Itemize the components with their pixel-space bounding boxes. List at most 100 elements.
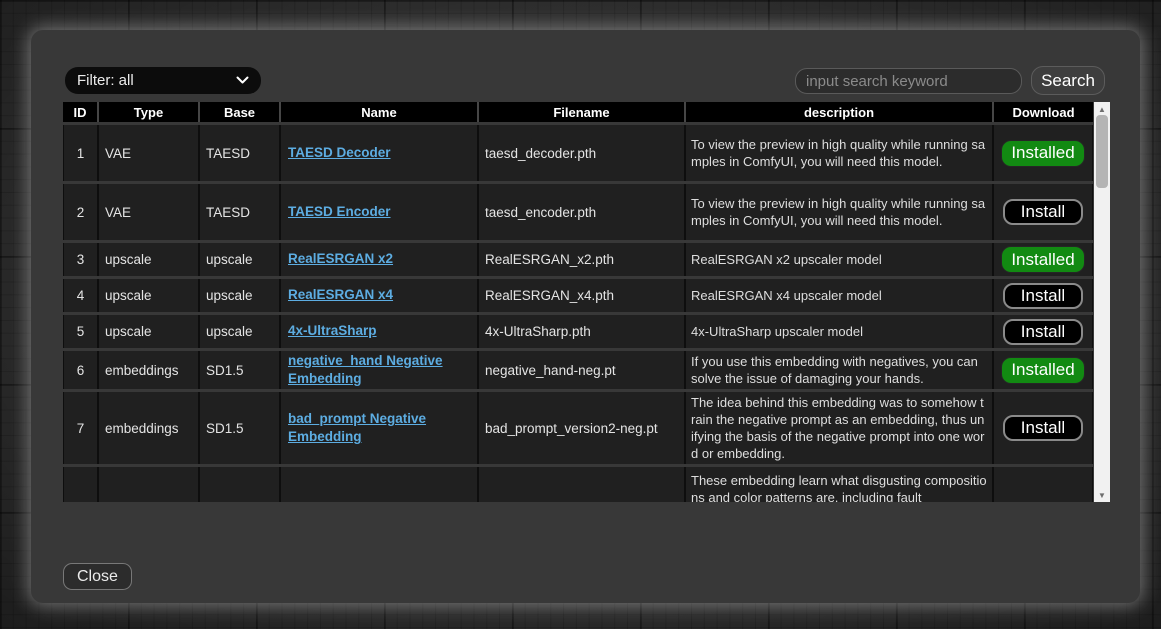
scrollbar-thumb[interactable] xyxy=(1096,115,1108,188)
column-header-download: Download xyxy=(992,102,1093,122)
cell-base: upscale xyxy=(198,279,279,312)
column-header-type: Type xyxy=(97,102,198,122)
chevron-down-icon xyxy=(236,76,249,85)
cell-description: RealESRGAN x2 upscaler model xyxy=(684,243,992,276)
model-name-link[interactable]: RealESRGAN x2 xyxy=(288,251,393,266)
cell-base: upscale xyxy=(198,315,279,348)
cell-download: Install xyxy=(992,184,1093,240)
cell-base: SD1.5 xyxy=(198,392,279,464)
cell-base xyxy=(198,467,279,502)
cell-type: VAE xyxy=(97,125,198,181)
cell-description: To view the preview in high quality whil… xyxy=(684,184,992,240)
filter-select[interactable]: Filter: all xyxy=(65,67,261,94)
cell-download: Install xyxy=(992,279,1093,312)
cell-id: 3 xyxy=(63,243,97,276)
cell-type: upscale xyxy=(97,315,198,348)
filter-select-label: Filter: all xyxy=(77,72,134,89)
install-button[interactable]: Install xyxy=(1003,283,1082,309)
cell-filename: taesd_decoder.pth xyxy=(477,125,684,181)
cell-filename: bad_prompt_version2-neg.pt xyxy=(477,392,684,464)
table-row: These embedding learn what disgusting co… xyxy=(63,467,1093,502)
column-header-filename: Filename xyxy=(477,102,684,122)
cell-download xyxy=(992,467,1093,502)
cell-download: Installed xyxy=(992,243,1093,276)
cell-type: embeddings xyxy=(97,351,198,389)
model-name-link[interactable]: negative_hand Negative Embedding xyxy=(288,353,443,386)
model-table-zone: IDTypeBaseNameFilenamedescriptionDownloa… xyxy=(63,102,1110,502)
cell-name: RealESRGAN x2 xyxy=(279,243,477,276)
install-button[interactable]: Install xyxy=(1003,319,1082,345)
table-row: 4 upscale upscale RealESRGAN x4 RealESRG… xyxy=(63,279,1093,312)
table-row: 3 upscale upscale RealESRGAN x2 RealESRG… xyxy=(63,243,1093,276)
cell-name: TAESD Decoder xyxy=(279,125,477,181)
scrollbar-up-arrow-icon[interactable]: ▲ xyxy=(1094,102,1110,116)
close-button[interactable]: Close xyxy=(63,563,132,590)
cell-type: VAE xyxy=(97,184,198,240)
cell-name xyxy=(279,467,477,502)
column-header-id: ID xyxy=(63,102,97,122)
cell-description: If you use this embedding with negatives… xyxy=(684,351,992,389)
cell-id: 1 xyxy=(63,125,97,181)
column-header-description: description xyxy=(684,102,992,122)
cell-id: 2 xyxy=(63,184,97,240)
table-row: 5 upscale upscale 4x-UltraSharp 4x-Ultra… xyxy=(63,315,1093,348)
cell-name: 4x-UltraSharp xyxy=(279,315,477,348)
model-name-link[interactable]: RealESRGAN x4 xyxy=(288,287,393,302)
model-table: IDTypeBaseNameFilenamedescriptionDownloa… xyxy=(63,102,1093,502)
model-name-link[interactable]: TAESD Decoder xyxy=(288,145,391,160)
column-header-base: Base xyxy=(198,102,279,122)
cell-name: TAESD Encoder xyxy=(279,184,477,240)
model-name-link[interactable]: 4x-UltraSharp xyxy=(288,323,377,338)
cell-id: 5 xyxy=(63,315,97,348)
cell-base: TAESD xyxy=(198,125,279,181)
cell-description: To view the preview in high quality whil… xyxy=(684,125,992,181)
table-row: 7 embeddings SD1.5 bad_prompt Negative E… xyxy=(63,392,1093,464)
cell-type: embeddings xyxy=(97,392,198,464)
cell-filename: 4x-UltraSharp.pth xyxy=(477,315,684,348)
cell-name: bad_prompt Negative Embedding xyxy=(279,392,477,464)
model-name-link[interactable]: TAESD Encoder xyxy=(288,204,391,219)
installed-button[interactable]: Installed xyxy=(1001,140,1086,167)
cell-download: Installed xyxy=(992,125,1093,181)
installed-button[interactable]: Installed xyxy=(1001,357,1086,384)
cell-id: 6 xyxy=(63,351,97,389)
cell-download: Install xyxy=(992,315,1093,348)
cell-type: upscale xyxy=(97,243,198,276)
cell-id: 4 xyxy=(63,279,97,312)
cell-id xyxy=(63,467,97,502)
cell-base: SD1.5 xyxy=(198,351,279,389)
cell-filename: RealESRGAN_x4.pth xyxy=(477,279,684,312)
table-header-row: IDTypeBaseNameFilenamedescriptionDownloa… xyxy=(63,102,1093,122)
cell-filename: RealESRGAN_x2.pth xyxy=(477,243,684,276)
cell-filename: taesd_encoder.pth xyxy=(477,184,684,240)
cell-description: These embedding learn what disgusting co… xyxy=(684,467,992,502)
cell-filename xyxy=(477,467,684,502)
cell-name: RealESRGAN x4 xyxy=(279,279,477,312)
search-button[interactable]: Search xyxy=(1031,66,1105,95)
cell-download: Install xyxy=(992,392,1093,464)
table-row: 1 VAE TAESD TAESD Decoder taesd_decoder.… xyxy=(63,125,1093,181)
installed-button[interactable]: Installed xyxy=(1001,246,1086,273)
table-row: 2 VAE TAESD TAESD Encoder taesd_encoder.… xyxy=(63,184,1093,240)
scrollbar-down-arrow-icon[interactable]: ▼ xyxy=(1094,488,1110,502)
cell-id: 7 xyxy=(63,392,97,464)
model-table-body: 1 VAE TAESD TAESD Decoder taesd_decoder.… xyxy=(63,125,1093,502)
cell-type xyxy=(97,467,198,502)
cell-type: upscale xyxy=(97,279,198,312)
cell-description: RealESRGAN x4 upscaler model xyxy=(684,279,992,312)
cell-description: The idea behind this embedding was to so… xyxy=(684,392,992,464)
cell-description: 4x-UltraSharp upscaler model xyxy=(684,315,992,348)
model-name-link[interactable]: bad_prompt Negative Embedding xyxy=(288,411,426,444)
install-button[interactable]: Install xyxy=(1003,415,1082,441)
cell-base: TAESD xyxy=(198,184,279,240)
install-models-dialog: Filter: all Search IDTypeBaseNameFilenam… xyxy=(31,30,1140,603)
cell-base: upscale xyxy=(198,243,279,276)
search-input[interactable] xyxy=(795,68,1022,94)
cell-download: Installed xyxy=(992,351,1093,389)
cell-name: negative_hand Negative Embedding xyxy=(279,351,477,389)
column-header-name: Name xyxy=(279,102,477,122)
cell-filename: negative_hand-neg.pt xyxy=(477,351,684,389)
table-scrollbar[interactable]: ▲ ▼ xyxy=(1094,102,1110,502)
install-button[interactable]: Install xyxy=(1003,199,1082,225)
table-row: 6 embeddings SD1.5 negative_hand Negativ… xyxy=(63,351,1093,389)
